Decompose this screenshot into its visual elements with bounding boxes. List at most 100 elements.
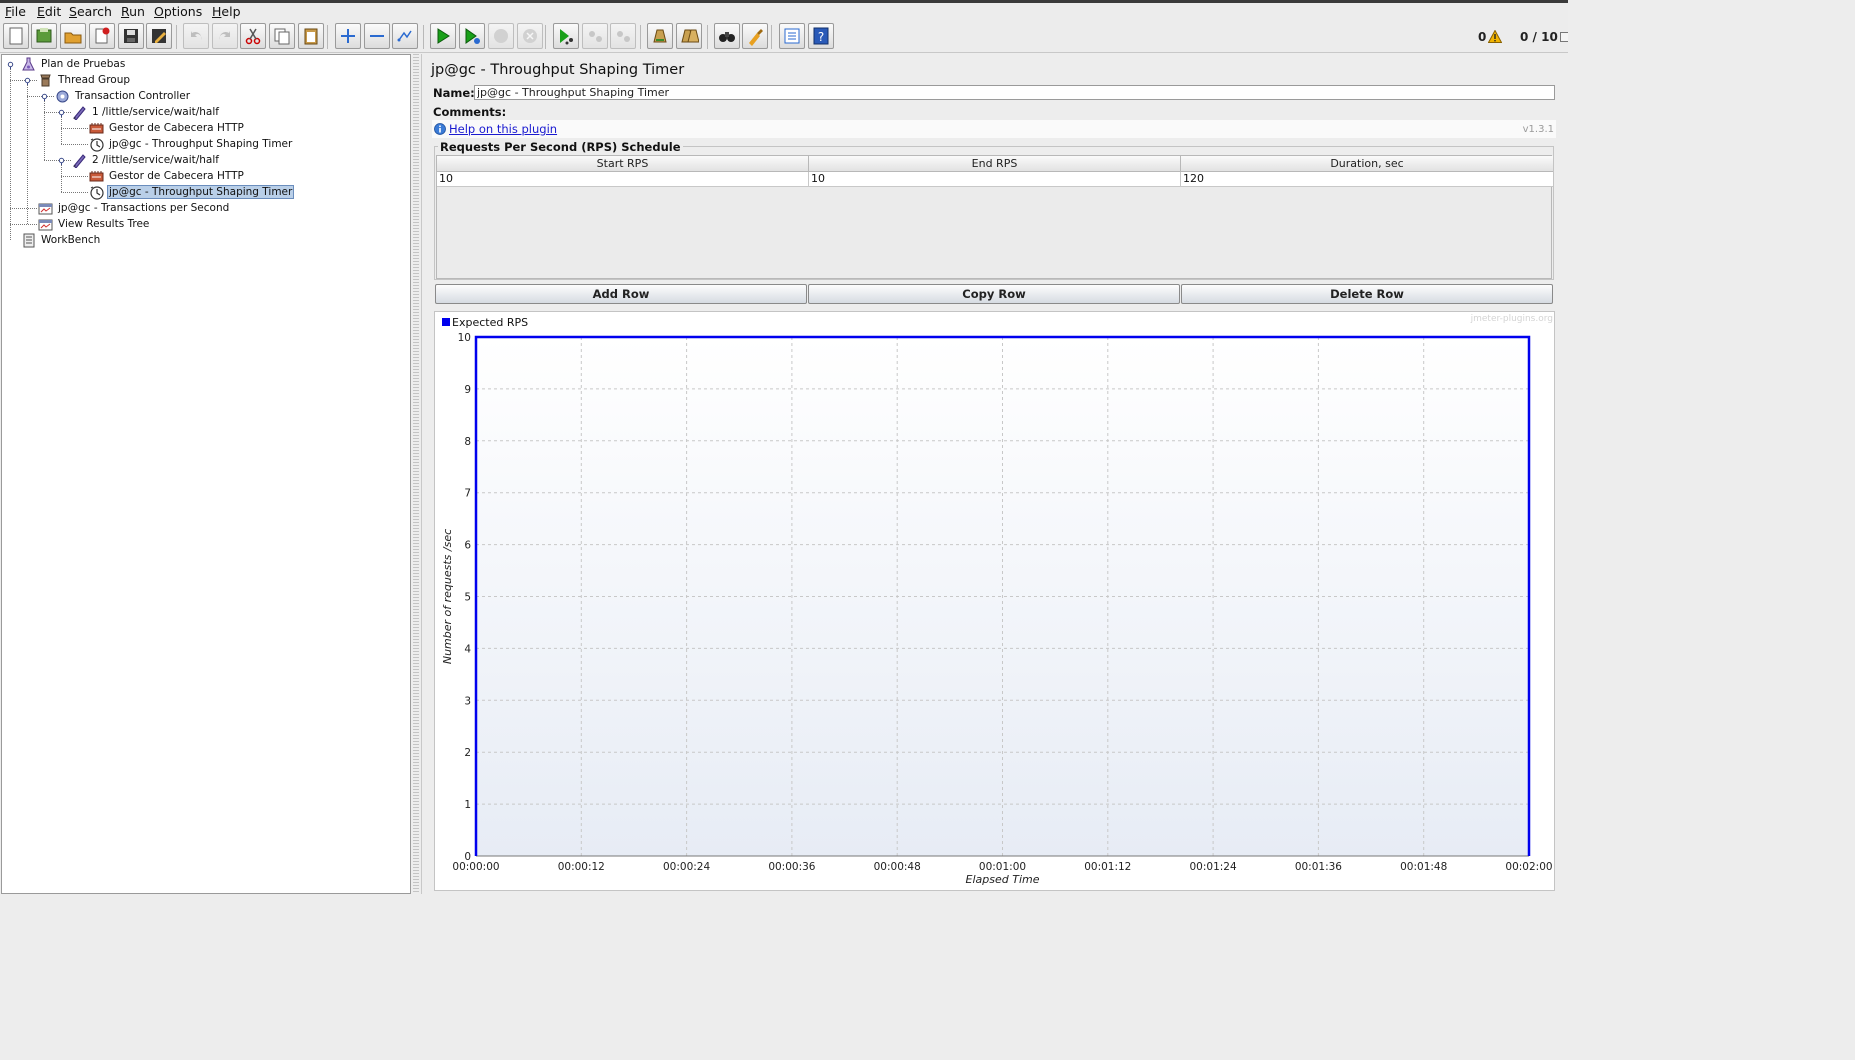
tree-item[interactable]: 1 /little/service/wait/half (72, 104, 221, 120)
start-button[interactable] (430, 23, 456, 49)
y-tick-label: 6 (464, 540, 471, 552)
menu-options[interactable]: Options (154, 4, 202, 19)
toolbar-separator (176, 25, 177, 49)
toolbar-separator (707, 25, 708, 49)
tree-item-label: Gestor de Cabecera HTTP (109, 170, 244, 182)
tree-expand-toggle-icon[interactable] (57, 108, 66, 117)
save-as-icon (152, 29, 166, 43)
menu-file[interactable]: File (5, 4, 26, 19)
y-tick-label: 4 (464, 643, 471, 655)
templates-icon (36, 28, 52, 43)
close-button[interactable] (89, 23, 115, 49)
tree-connector-line (27, 80, 28, 224)
tree-item[interactable]: Gestor de Cabecera HTTP (89, 120, 246, 136)
tree-connector-line (10, 64, 11, 240)
start-no-pause-icon (465, 28, 480, 44)
tree-item[interactable]: Thread Group (38, 72, 132, 88)
delete-row-button[interactable]: Delete Row (1181, 284, 1553, 304)
tree-item[interactable]: Plan de Pruebas (21, 56, 127, 72)
save-button[interactable] (118, 23, 144, 49)
clear-all-button[interactable] (676, 23, 702, 49)
reset-search-button[interactable] (742, 23, 768, 49)
help-button[interactable]: ? (808, 23, 834, 49)
open-button[interactable] (60, 23, 86, 49)
plugin-version: v1.3.1 (1522, 124, 1554, 135)
cell-duration[interactable]: 120 (1181, 172, 1553, 187)
templates-button[interactable] (31, 23, 57, 49)
expand-button[interactable] (335, 23, 361, 49)
cell-end-rps[interactable]: 10 (809, 172, 1181, 187)
toggle-button[interactable] (392, 23, 418, 49)
shutdown-button[interactable] (517, 23, 543, 49)
toolbar-separator (545, 25, 546, 49)
tree-item[interactable]: jp@gc - Throughput Shaping Timer (89, 184, 295, 200)
search-button[interactable] (714, 23, 740, 49)
tree-item[interactable]: Gestor de Cabecera HTTP (89, 168, 246, 184)
column-header-duration[interactable]: Duration, sec (1181, 156, 1553, 172)
x-tick-label: 00:01:24 (1190, 861, 1237, 873)
tree-expand-toggle-icon[interactable] (6, 60, 15, 69)
save-as-button[interactable] (146, 23, 172, 49)
tree-item-label: WorkBench (41, 234, 101, 246)
menu-help[interactable]: Help (212, 4, 241, 19)
copy-button[interactable] (269, 23, 295, 49)
menu-edit[interactable]: Edit (37, 4, 61, 19)
name-field[interactable] (474, 85, 1555, 100)
new-icon (9, 27, 23, 45)
svg-text:?: ? (818, 30, 824, 44)
menu-bar: File Edit Search Run Options Help (0, 3, 1568, 20)
timer-icon (90, 185, 104, 200)
tree-item[interactable]: jp@gc - Transactions per Second (38, 200, 231, 216)
tree-item[interactable]: Transaction Controller (55, 88, 192, 104)
copy-row-button[interactable]: Copy Row (808, 284, 1180, 304)
help-icon: ? (813, 27, 829, 45)
redo-button[interactable] (212, 23, 238, 49)
start-no-pause-button[interactable] (459, 23, 485, 49)
help-area: Help on this plugin v1.3.1 (432, 120, 1556, 138)
stop-button[interactable] (488, 23, 514, 49)
panel-splitter[interactable] (413, 54, 419, 894)
help-link[interactable]: Help on this plugin (449, 122, 557, 136)
tree-item[interactable]: View Results Tree (38, 216, 151, 232)
paste-button[interactable] (298, 23, 324, 49)
copy-icon (274, 28, 290, 45)
tree-expand-toggle-icon[interactable] (57, 156, 66, 165)
open-icon (64, 32, 82, 44)
warning-icon[interactable] (1488, 30, 1502, 43)
cut-button[interactable] (240, 23, 266, 49)
remote-start-button[interactable] (553, 23, 579, 49)
clear-button[interactable] (647, 23, 673, 49)
x-axis-label: Elapsed Time (966, 873, 1040, 886)
name-label: Name: (433, 86, 475, 100)
tree-item[interactable]: 2 /little/service/wait/half (72, 152, 221, 168)
menu-run[interactable]: Run (121, 4, 145, 19)
tree-expand-toggle-icon[interactable] (40, 92, 49, 101)
test-plan-icon (22, 57, 35, 70)
add-row-button[interactable]: Add Row (435, 284, 807, 304)
column-header-end-rps[interactable]: End RPS (809, 156, 1181, 172)
x-tick-label: 00:01:12 (1084, 861, 1131, 873)
undo-button[interactable] (183, 23, 209, 49)
cell-start-rps[interactable]: 10 (437, 172, 809, 187)
tree-item-label: jp@gc - Throughput Shaping Timer (107, 185, 295, 199)
x-tick-label: 00:01:00 (979, 861, 1026, 873)
undo-icon (191, 31, 202, 40)
tree-item[interactable]: WorkBench (21, 232, 102, 248)
new-button[interactable] (3, 23, 29, 49)
remote-stop-button[interactable] (582, 23, 608, 49)
tree-item[interactable]: jp@gc - Throughput Shaping Timer (89, 136, 294, 152)
tree-expand-toggle-icon[interactable] (23, 76, 32, 85)
y-tick-label: 9 (464, 384, 471, 396)
x-tick-label: 00:01:48 (1400, 861, 1447, 873)
function-helper-button[interactable] (779, 23, 805, 49)
chart-canvas: 00:00:00 00:00:12 00:00:24 00:00:36 00:00:48… (441, 314, 1553, 886)
start-icon (437, 28, 450, 44)
schedule-table[interactable]: Start RPS End RPS Duration, sec 10 10 12… (436, 155, 1553, 279)
y-tick-label: 5 (464, 592, 471, 604)
column-header-start-rps[interactable]: Start RPS (437, 156, 809, 172)
remote-shutdown-button[interactable] (610, 23, 636, 49)
y-axis-label: Number of requests /sec (441, 529, 454, 664)
menu-search[interactable]: Search (69, 4, 112, 19)
x-tick-label: 00:01:36 (1295, 861, 1342, 873)
collapse-button[interactable] (364, 23, 390, 49)
